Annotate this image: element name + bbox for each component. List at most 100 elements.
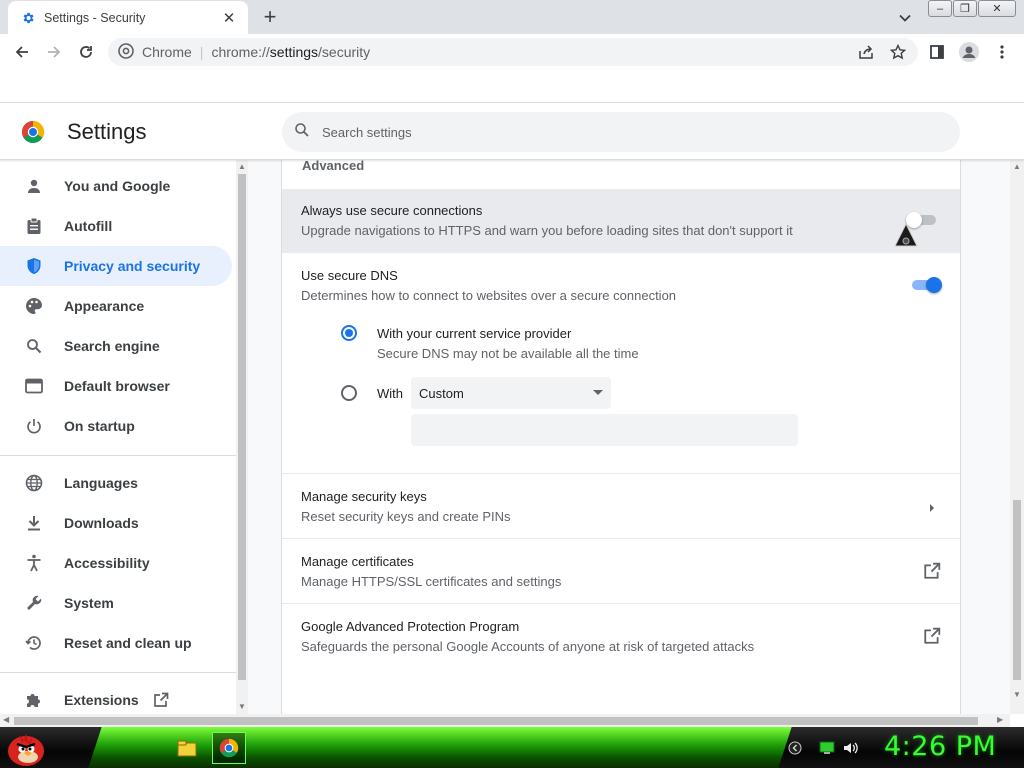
- taskbar-chrome-icon[interactable]: [212, 732, 246, 764]
- sidebar-item-reset-and-clean-up[interactable]: Reset and clean up: [0, 623, 232, 663]
- sidebar-item-extensions[interactable]: Extensions: [0, 680, 232, 714]
- settings-sidebar: You and Google Autofill Privacy and secu…: [0, 160, 236, 714]
- horizontal-scrollbar-thumb[interactable]: [14, 717, 978, 725]
- history-icon: [24, 633, 44, 653]
- sidebar-item-label: Appearance: [64, 298, 145, 314]
- sidebar-item-privacy-and-security[interactable]: Privacy and security: [0, 246, 232, 286]
- scroll-right-arrow-icon[interactable]: ▶: [997, 715, 1003, 724]
- mouse-cursor-icon: [893, 222, 919, 248]
- page-title: Settings: [67, 119, 147, 144]
- tray-volume-icon[interactable]: [842, 739, 860, 757]
- tab-settings-security[interactable]: Settings - Security ✕: [8, 1, 248, 34]
- close-window-button[interactable]: ✕: [978, 0, 1016, 17]
- forward-arrow-icon[interactable]: [40, 38, 68, 66]
- custom-dns-input[interactable]: [411, 414, 798, 446]
- power-icon: [24, 416, 44, 436]
- dropdown-caret-icon: [593, 390, 603, 395]
- sidebar-item-autofill[interactable]: Autofill: [0, 206, 232, 246]
- custom-provider-radio[interactable]: [341, 385, 357, 401]
- url-host: settings: [269, 44, 319, 60]
- restore-button[interactable]: ❐: [953, 0, 977, 17]
- scroll-down-arrow-icon[interactable]: ▼: [1013, 690, 1021, 699]
- main-scrollbar-thumb[interactable]: [1013, 500, 1021, 680]
- sidebar-item-system[interactable]: System: [0, 583, 232, 623]
- share-icon[interactable]: [852, 38, 880, 66]
- setting-title: Always use secure connections: [301, 203, 483, 218]
- sidebar-item-label: Privacy and security: [64, 258, 201, 274]
- menu-kebab-icon[interactable]: [988, 38, 1016, 66]
- palette-icon: [24, 296, 44, 316]
- sidebar-item-languages[interactable]: Languages: [0, 463, 232, 503]
- sidebar-item-label: Languages: [64, 475, 138, 491]
- manage-security-keys-row[interactable]: Manage security keys Reset security keys…: [282, 474, 960, 538]
- current-provider-description: Secure DNS may not be available all the …: [377, 346, 639, 361]
- chevron-right-icon: [928, 500, 936, 518]
- setting-title: Manage certificates: [301, 554, 414, 569]
- search-input[interactable]: [322, 124, 922, 140]
- setting-description: Safeguards the personal Google Accounts …: [301, 639, 755, 654]
- reload-icon[interactable]: [72, 38, 100, 66]
- setting-title: Google Advanced Protection Program: [301, 619, 520, 634]
- settings-header: Settings: [0, 102, 1024, 160]
- puzzle-icon: [24, 690, 44, 710]
- sidebar-item-default-browser[interactable]: Default browser: [0, 366, 232, 406]
- settings-search[interactable]: [282, 112, 960, 152]
- sidebar-item-appearance[interactable]: Appearance: [0, 286, 232, 326]
- minimize-button[interactable]: –: [928, 0, 952, 17]
- secure-dns-toggle[interactable]: [910, 277, 942, 293]
- taskbar-clock[interactable]: 4:26 PM: [884, 731, 996, 762]
- sidebar-scrollbar-thumb[interactable]: [238, 174, 246, 680]
- horizontal-scrollbar[interactable]: ◀ ▶: [0, 714, 1010, 727]
- tab-title: Settings - Security: [44, 10, 146, 25]
- dns-provider-value: Custom: [419, 385, 464, 401]
- address-bar[interactable]: Chrome | chrome://settings/security: [108, 38, 918, 66]
- taskbar-file-manager-icon[interactable]: [170, 732, 204, 764]
- sidebar-item-label: Autofill: [64, 218, 113, 234]
- scroll-left-arrow-icon[interactable]: ◀: [3, 715, 9, 724]
- sidebar-item-label: Search engine: [64, 338, 160, 354]
- sidebar-item-you-and-google[interactable]: You and Google: [0, 166, 232, 206]
- always-secure-connections-row[interactable]: Always use secure connections Upgrade na…: [282, 189, 960, 252]
- open-in-new-icon[interactable]: [923, 562, 941, 585]
- side-panel-icon[interactable]: [923, 38, 951, 66]
- scroll-down-arrow-icon[interactable]: ▼: [238, 702, 246, 711]
- scroll-up-arrow-icon[interactable]: ▲: [238, 162, 246, 171]
- start-button-angry-bird-icon[interactable]: [4, 729, 48, 767]
- sidebar-item-label: Downloads: [64, 515, 139, 531]
- close-tab-icon[interactable]: ✕: [220, 9, 238, 27]
- scroll-up-arrow-icon[interactable]: ▲: [1013, 162, 1021, 171]
- sidebar-item-label: System: [64, 595, 114, 611]
- main-scrollbar[interactable]: ▲ ▼: [1010, 160, 1024, 714]
- bookmark-star-icon[interactable]: [884, 38, 912, 66]
- sidebar-divider: [0, 672, 236, 673]
- sidebar-item-label: Reset and clean up: [64, 635, 192, 651]
- section-header-advanced: Advanced: [302, 160, 365, 173]
- sidebar-item-on-startup[interactable]: On startup: [0, 406, 232, 446]
- site-label: Chrome: [142, 44, 192, 60]
- setting-title: Use secure DNS: [301, 268, 398, 283]
- tray-network-icon[interactable]: [818, 739, 836, 757]
- sidebar-scrollbar[interactable]: ▲ ▼: [236, 160, 248, 714]
- tray-clipboard-icon[interactable]: [786, 739, 804, 757]
- sidebar-item-downloads[interactable]: Downloads: [0, 503, 232, 543]
- advanced-protection-row[interactable]: Google Advanced Protection Program Safeg…: [282, 604, 960, 668]
- back-arrow-icon[interactable]: [8, 38, 36, 66]
- system-tray: [786, 733, 860, 763]
- dns-provider-select[interactable]: Custom: [411, 377, 611, 409]
- sidebar-item-search-engine[interactable]: Search engine: [0, 326, 232, 366]
- sidebar-item-label: Accessibility: [64, 555, 150, 571]
- url-path: /security: [318, 44, 371, 60]
- accessibility-icon: [24, 553, 44, 573]
- chrome-site-icon[interactable]: [118, 42, 134, 62]
- sidebar-item-accessibility[interactable]: Accessibility: [0, 543, 232, 583]
- search-icon: [294, 122, 310, 143]
- sidebar-item-label: On startup: [64, 418, 135, 434]
- current-provider-radio[interactable]: [341, 325, 357, 341]
- chevron-down-icon[interactable]: [893, 6, 917, 30]
- profile-avatar-icon[interactable]: [955, 38, 983, 66]
- search-icon: [24, 336, 44, 356]
- shield-icon: [24, 256, 44, 276]
- manage-certificates-row[interactable]: Manage certificates Manage HTTPS/SSL cer…: [282, 539, 960, 603]
- open-in-new-icon[interactable]: [923, 627, 941, 650]
- new-tab-button[interactable]: +: [258, 5, 282, 29]
